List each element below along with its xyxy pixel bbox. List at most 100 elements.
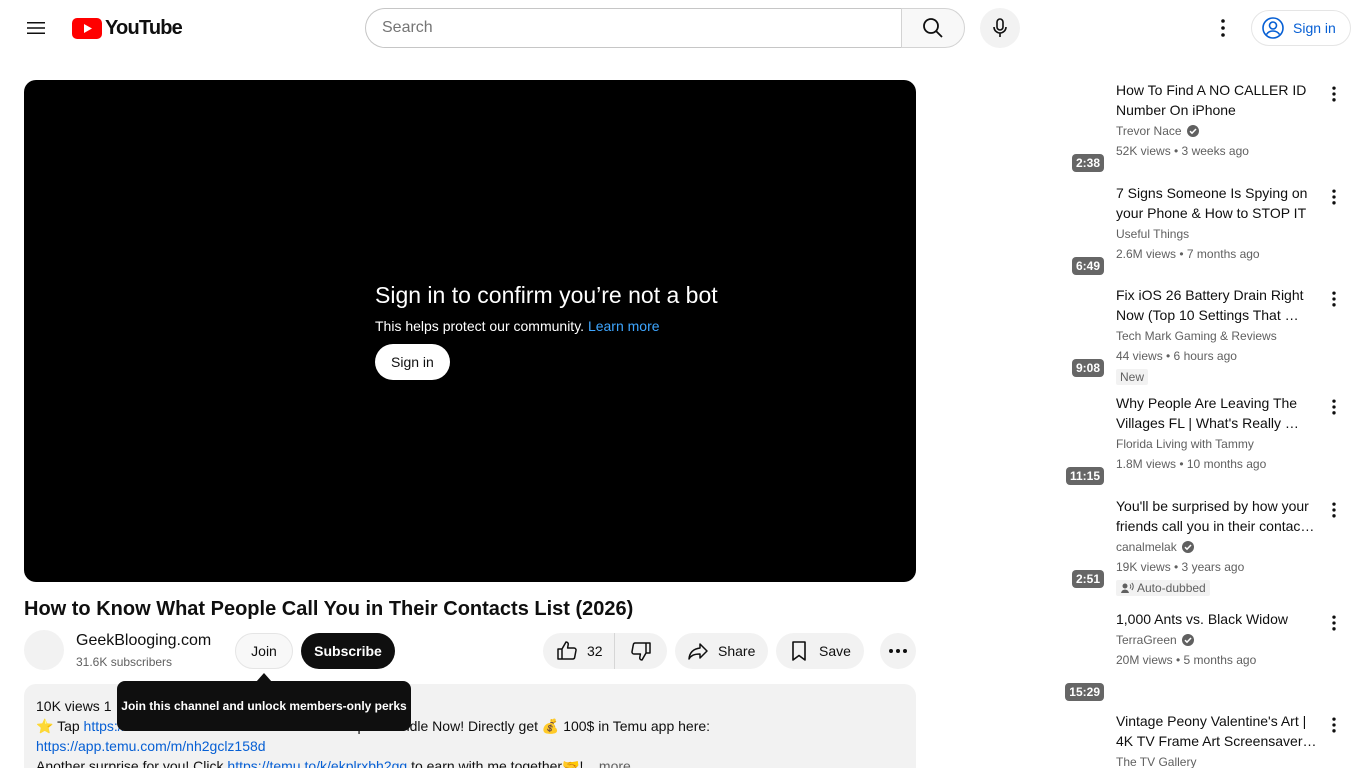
video-channel: canalmelak: [1116, 538, 1320, 556]
voice-search-button[interactable]: [980, 8, 1020, 48]
search-input[interactable]: [365, 8, 902, 48]
temu-earn-link[interactable]: https://temu.to/k/ekplrxbh2gg: [227, 758, 407, 768]
temu-app-link[interactable]: https://app.temu.com/m/nh2gclz158d: [36, 738, 266, 754]
video-thumbnail[interactable]: 2:51: [960, 496, 1108, 590]
save-label: Save: [819, 643, 851, 659]
channel-name[interactable]: The TV Gallery: [1116, 753, 1196, 768]
search-box: [365, 8, 965, 48]
like-dislike-group: 32: [543, 633, 667, 669]
join-button[interactable]: Join: [235, 633, 293, 669]
video-info: Vintage Peony Valentine's Art | 4K TV Fr…: [1116, 711, 1320, 768]
video-action-menu-button[interactable]: [1324, 287, 1344, 311]
channel-name[interactable]: TerraGreen: [1116, 631, 1177, 649]
dislike-button[interactable]: [615, 633, 667, 669]
video-info: 1,000 Ants vs. Black Widow TerraGreen 20M …: [1116, 609, 1320, 669]
video-thumbnail[interactable]: 15:29: [960, 609, 1108, 703]
microphone-icon: [993, 18, 1007, 37]
video-title: How to Know What People Call You in Thei…: [24, 598, 634, 620]
share-label: Share: [718, 643, 756, 659]
surprise-prefix: Another surprise for you! Click: [36, 758, 224, 768]
hamburger-menu-icon: [27, 22, 45, 34]
video-thumbnail[interactable]: [960, 711, 1108, 768]
like-count: 32: [587, 643, 603, 659]
share-arrow-icon: [688, 643, 708, 660]
settings-more-button[interactable]: [1203, 8, 1243, 48]
player-sign-in-button[interactable]: Sign in: [375, 344, 450, 380]
video-badge: Auto-dubbed: [1116, 580, 1210, 596]
subscriber-count: 31.6K subscribers: [76, 655, 173, 669]
sign-in-button[interactable]: Sign in: [1251, 10, 1351, 46]
more-actions-button[interactable]: [880, 633, 916, 669]
video-badge: New: [1116, 369, 1149, 385]
video-action-menu-button[interactable]: [1324, 611, 1344, 635]
channel-name[interactable]: Tech Mark Gaming & Reviews: [1116, 327, 1277, 345]
video-thumbnail[interactable]: 2:38: [960, 80, 1108, 174]
vertical-dots-icon: [1221, 19, 1225, 37]
video-duration: 11:15: [1065, 467, 1104, 485]
video-title[interactable]: 1,000 Ants vs. Black Widow: [1116, 609, 1320, 629]
vertical-dots-icon: [1332, 86, 1336, 102]
video-metadata: 44 views • 6 hours ago: [1116, 349, 1237, 363]
vertical-dots-icon: [1332, 189, 1336, 205]
verified-badge-icon: [1186, 124, 1200, 138]
vertical-dots-icon: [1332, 502, 1336, 518]
learn-more-link[interactable]: Learn more: [588, 318, 660, 334]
thumbs-up-icon: [557, 641, 577, 660]
bot-check-subtitle-text: This helps protect our community.: [375, 318, 585, 334]
video-thumbnail[interactable]: 6:49: [960, 183, 1108, 277]
youtube-logo[interactable]: YouTube: [72, 16, 183, 39]
video-player[interactable]: Sign in to confirm you’re not a bot This…: [24, 80, 916, 582]
guide-menu-button[interactable]: [16, 8, 56, 48]
channel-name[interactable]: Useful Things: [1116, 225, 1189, 243]
join-tooltip: Join this channel and unlock members-onl…: [117, 681, 411, 731]
video-channel: TerraGreen: [1116, 631, 1320, 649]
vertical-dots-icon: [1332, 717, 1336, 733]
bot-check-title: Sign in to confirm you’re not a bot: [375, 282, 718, 308]
video-title[interactable]: How To Find A NO CALLER ID Number On iPh…: [1116, 80, 1320, 120]
channel-name[interactable]: Florida Living with Tammy: [1116, 435, 1254, 453]
show-more-link[interactable]: ...more: [587, 758, 631, 768]
thumbs-down-icon: [631, 642, 651, 661]
video-thumbnail[interactable]: 11:15: [960, 393, 1108, 487]
description-surprise-line: Another surprise for you! Click https://…: [36, 756, 904, 768]
logo-text: YouTube: [105, 16, 183, 39]
channel-name[interactable]: canalmelak: [1116, 538, 1177, 556]
video-title[interactable]: 7 Signs Someone Is Spying on your Phone …: [1116, 183, 1320, 223]
promo-prefix: ⭐ Tap: [36, 718, 80, 734]
video-duration: 6:49: [1071, 257, 1104, 275]
video-info: 7 Signs Someone Is Spying on your Phone …: [1116, 183, 1320, 263]
share-button[interactable]: Share: [675, 633, 768, 669]
video-metadata: 20M views • 5 months ago: [1116, 653, 1257, 667]
video-action-menu-button[interactable]: [1324, 498, 1344, 522]
channel-avatar[interactable]: [24, 630, 64, 670]
video-action-menu-button[interactable]: [1324, 395, 1344, 419]
surprise-suffix: to earn with me together🤝!: [411, 758, 584, 768]
bookmark-icon: [792, 641, 806, 661]
video-info: Why People Are Leaving The Villages FL |…: [1116, 393, 1320, 473]
sign-in-label: Sign in: [1293, 20, 1336, 36]
account-icon: [1262, 17, 1284, 39]
description-temu-link-line: https://app.temu.com/m/nh2gclz158d: [36, 736, 904, 756]
video-title[interactable]: You'll be surprised by how your friends …: [1116, 496, 1320, 536]
like-button[interactable]: 32: [543, 633, 615, 669]
video-badge-label: New: [1120, 370, 1145, 384]
verified-badge-icon: [1181, 633, 1195, 647]
channel-name[interactable]: GeekBlooging.com: [76, 632, 211, 650]
video-action-menu-button[interactable]: [1324, 713, 1344, 737]
video-thumbnail[interactable]: 9:08: [960, 285, 1108, 379]
video-info: You'll be surprised by how your friends …: [1116, 496, 1320, 600]
bot-check-subtitle: This helps protect our community. Learn …: [375, 318, 718, 334]
video-metadata: 2.6M views • 7 months ago: [1116, 247, 1260, 261]
channel-name[interactable]: Trevor Nace: [1116, 122, 1182, 140]
video-action-menu-button[interactable]: [1324, 185, 1344, 209]
search-button[interactable]: [901, 8, 965, 48]
video-title[interactable]: Why People Are Leaving The Villages FL |…: [1116, 393, 1320, 433]
masthead: YouTube Sign in: [0, 0, 1366, 56]
subscribe-button[interactable]: Subscribe: [301, 633, 395, 669]
video-title[interactable]: Fix iOS 26 Battery Drain Right Now (Top …: [1116, 285, 1320, 325]
vertical-dots-icon: [1332, 615, 1336, 631]
save-button[interactable]: Save: [776, 633, 864, 669]
video-title[interactable]: Vintage Peony Valentine's Art | 4K TV Fr…: [1116, 711, 1320, 751]
youtube-play-icon: [72, 17, 102, 39]
video-action-menu-button[interactable]: [1324, 82, 1344, 106]
